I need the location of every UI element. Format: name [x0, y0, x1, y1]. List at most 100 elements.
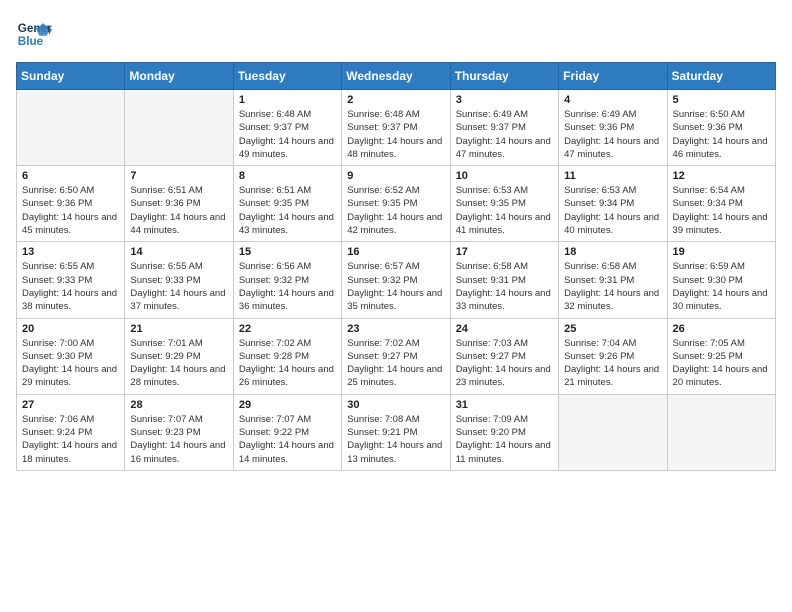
calendar-cell: 18 Sunrise: 6:58 AMSunset: 9:31 PMDayligh… [559, 242, 667, 318]
day-detail: Sunrise: 6:50 AMSunset: 9:36 PMDaylight:… [673, 108, 770, 161]
day-number: 5 [673, 94, 770, 106]
calendar-week-row: 6 Sunrise: 6:50 AMSunset: 9:36 PMDaylight… [17, 166, 776, 242]
day-number: 29 [239, 399, 336, 411]
calendar-week-row: 20 Sunrise: 7:00 AMSunset: 9:30 PMDayligh… [17, 318, 776, 394]
day-number: 13 [22, 246, 119, 258]
day-number: 19 [673, 246, 770, 258]
day-detail: Sunrise: 7:08 AMSunset: 9:21 PMDaylight:… [347, 413, 444, 466]
calendar-cell: 14 Sunrise: 6:55 AMSunset: 9:33 PMDayligh… [125, 242, 233, 318]
day-number: 18 [564, 246, 661, 258]
day-number: 27 [22, 399, 119, 411]
calendar-cell: 11Sunrise: 6:53 AMSunset: 9:34 PMDayligh… [559, 166, 667, 242]
day-number: 14 [130, 246, 227, 258]
day-number: 3 [456, 94, 553, 106]
day-number: 1 [239, 94, 336, 106]
day-number: 10 [456, 170, 553, 182]
day-detail: Sunrise: 6:58 AMSunset: 9:31 PMDaylight:… [456, 260, 553, 313]
column-header-wednesday: Wednesday [342, 63, 450, 90]
calendar-cell: 6 Sunrise: 6:50 AMSunset: 9:36 PMDaylight… [17, 166, 125, 242]
day-detail: Sunrise: 7:01 AMSunset: 9:29 PMDaylight:… [130, 337, 227, 390]
day-detail: Sunrise: 6:53 AMSunset: 9:35 PMDaylight:… [456, 184, 553, 237]
day-detail: Sunrise: 6:58 AMSunset: 9:31 PMDaylight:… [564, 260, 661, 313]
day-number: 21 [130, 323, 227, 335]
page-header: General Blue [16, 16, 776, 52]
calendar-cell [17, 90, 125, 166]
day-detail: Sunrise: 6:52 AMSunset: 9:35 PMDaylight:… [347, 184, 444, 237]
calendar-header-row: SundayMondayTuesdayWednesdayThursdayFrid… [17, 63, 776, 90]
day-number: 15 [239, 246, 336, 258]
calendar-table: SundayMondayTuesdayWednesdayThursdayFrid… [16, 62, 776, 471]
calendar-cell: 29 Sunrise: 7:07 AMSunset: 9:22 PMDayligh… [233, 394, 341, 470]
calendar-cell: 16Sunrise: 6:57 AMSunset: 9:32 PMDayligh… [342, 242, 450, 318]
day-detail: Sunrise: 6:54 AMSunset: 9:34 PMDaylight:… [673, 184, 770, 237]
day-number: 4 [564, 94, 661, 106]
calendar-cell: 20 Sunrise: 7:00 AMSunset: 9:30 PMDayligh… [17, 318, 125, 394]
calendar-cell: 8 Sunrise: 6:51 AMSunset: 9:35 PMDaylight… [233, 166, 341, 242]
calendar-cell: 30 Sunrise: 7:08 AMSunset: 9:21 PMDayligh… [342, 394, 450, 470]
calendar-cell: 31 Sunrise: 7:09 AMSunset: 9:20 PMDayligh… [450, 394, 558, 470]
calendar-cell: 22 Sunrise: 7:02 AMSunset: 9:28 PMDayligh… [233, 318, 341, 394]
day-detail: Sunrise: 6:49 AMSunset: 9:37 PMDaylight:… [456, 108, 553, 161]
day-detail: Sunrise: 7:04 AMSunset: 9:26 PMDaylight:… [564, 337, 661, 390]
day-detail: Sunrise: 7:09 AMSunset: 9:20 PMDaylight:… [456, 413, 553, 466]
logo-icon: General Blue [16, 16, 52, 52]
day-detail: Sunrise: 6:51 AMSunset: 9:36 PMDaylight:… [130, 184, 227, 237]
calendar-cell: 2 Sunrise: 6:48 AMSunset: 9:37 PMDaylight… [342, 90, 450, 166]
calendar-cell [125, 90, 233, 166]
calendar-cell: 4Sunrise: 6:49 AMSunset: 9:36 PMDaylight… [559, 90, 667, 166]
day-number: 11 [564, 170, 661, 182]
day-number: 12 [673, 170, 770, 182]
calendar-week-row: 13 Sunrise: 6:55 AMSunset: 9:33 PMDayligh… [17, 242, 776, 318]
day-detail: Sunrise: 7:00 AMSunset: 9:30 PMDaylight:… [22, 337, 119, 390]
calendar-week-row: 1 Sunrise: 6:48 AMSunset: 9:37 PMDaylight… [17, 90, 776, 166]
calendar-cell: 15 Sunrise: 6:56 AMSunset: 9:32 PMDayligh… [233, 242, 341, 318]
calendar-cell: 24 Sunrise: 7:03 AMSunset: 9:27 PMDayligh… [450, 318, 558, 394]
calendar-cell: 3 Sunrise: 6:49 AMSunset: 9:37 PMDaylight… [450, 90, 558, 166]
day-detail: Sunrise: 7:03 AMSunset: 9:27 PMDaylight:… [456, 337, 553, 390]
calendar-cell: 26Sunrise: 7:05 AMSunset: 9:25 PMDayligh… [667, 318, 775, 394]
day-number: 16 [347, 246, 444, 258]
calendar-cell: 27 Sunrise: 7:06 AMSunset: 9:24 PMDayligh… [17, 394, 125, 470]
calendar-cell: 9Sunrise: 6:52 AMSunset: 9:35 PMDaylight… [342, 166, 450, 242]
calendar-cell: 19Sunrise: 6:59 AMSunset: 9:30 PMDayligh… [667, 242, 775, 318]
day-number: 17 [456, 246, 553, 258]
calendar-cell: 13 Sunrise: 6:55 AMSunset: 9:33 PMDayligh… [17, 242, 125, 318]
day-number: 31 [456, 399, 553, 411]
day-detail: Sunrise: 6:48 AMSunset: 9:37 PMDaylight:… [239, 108, 336, 161]
day-number: 22 [239, 323, 336, 335]
day-number: 28 [130, 399, 227, 411]
day-number: 2 [347, 94, 444, 106]
svg-text:Blue: Blue [18, 35, 44, 48]
day-number: 24 [456, 323, 553, 335]
day-number: 7 [130, 170, 227, 182]
calendar-cell: 12 Sunrise: 6:54 AMSunset: 9:34 PMDayligh… [667, 166, 775, 242]
day-detail: Sunrise: 7:02 AMSunset: 9:28 PMDaylight:… [239, 337, 336, 390]
column-header-thursday: Thursday [450, 63, 558, 90]
calendar-cell: 1 Sunrise: 6:48 AMSunset: 9:37 PMDaylight… [233, 90, 341, 166]
day-detail: Sunrise: 6:48 AMSunset: 9:37 PMDaylight:… [347, 108, 444, 161]
calendar-cell: 23Sunrise: 7:02 AMSunset: 9:27 PMDayligh… [342, 318, 450, 394]
day-number: 8 [239, 170, 336, 182]
day-detail: Sunrise: 6:51 AMSunset: 9:35 PMDaylight:… [239, 184, 336, 237]
calendar-cell: 25Sunrise: 7:04 AMSunset: 9:26 PMDayligh… [559, 318, 667, 394]
day-detail: Sunrise: 7:07 AMSunset: 9:23 PMDaylight:… [130, 413, 227, 466]
calendar-cell: 7 Sunrise: 6:51 AMSunset: 9:36 PMDaylight… [125, 166, 233, 242]
day-detail: Sunrise: 6:55 AMSunset: 9:33 PMDaylight:… [130, 260, 227, 313]
day-detail: Sunrise: 7:07 AMSunset: 9:22 PMDaylight:… [239, 413, 336, 466]
day-detail: Sunrise: 7:06 AMSunset: 9:24 PMDaylight:… [22, 413, 119, 466]
day-number: 6 [22, 170, 119, 182]
calendar-cell: 5 Sunrise: 6:50 AMSunset: 9:36 PMDaylight… [667, 90, 775, 166]
day-number: 26 [673, 323, 770, 335]
day-detail: Sunrise: 7:02 AMSunset: 9:27 PMDaylight:… [347, 337, 444, 390]
calendar-cell [559, 394, 667, 470]
day-detail: Sunrise: 6:50 AMSunset: 9:36 PMDaylight:… [22, 184, 119, 237]
day-detail: Sunrise: 6:55 AMSunset: 9:33 PMDaylight:… [22, 260, 119, 313]
calendar-cell [667, 394, 775, 470]
day-detail: Sunrise: 6:56 AMSunset: 9:32 PMDaylight:… [239, 260, 336, 313]
calendar-week-row: 27 Sunrise: 7:06 AMSunset: 9:24 PMDayligh… [17, 394, 776, 470]
day-number: 30 [347, 399, 444, 411]
column-header-tuesday: Tuesday [233, 63, 341, 90]
logo: General Blue [16, 16, 52, 52]
column-header-saturday: Saturday [667, 63, 775, 90]
day-number: 20 [22, 323, 119, 335]
